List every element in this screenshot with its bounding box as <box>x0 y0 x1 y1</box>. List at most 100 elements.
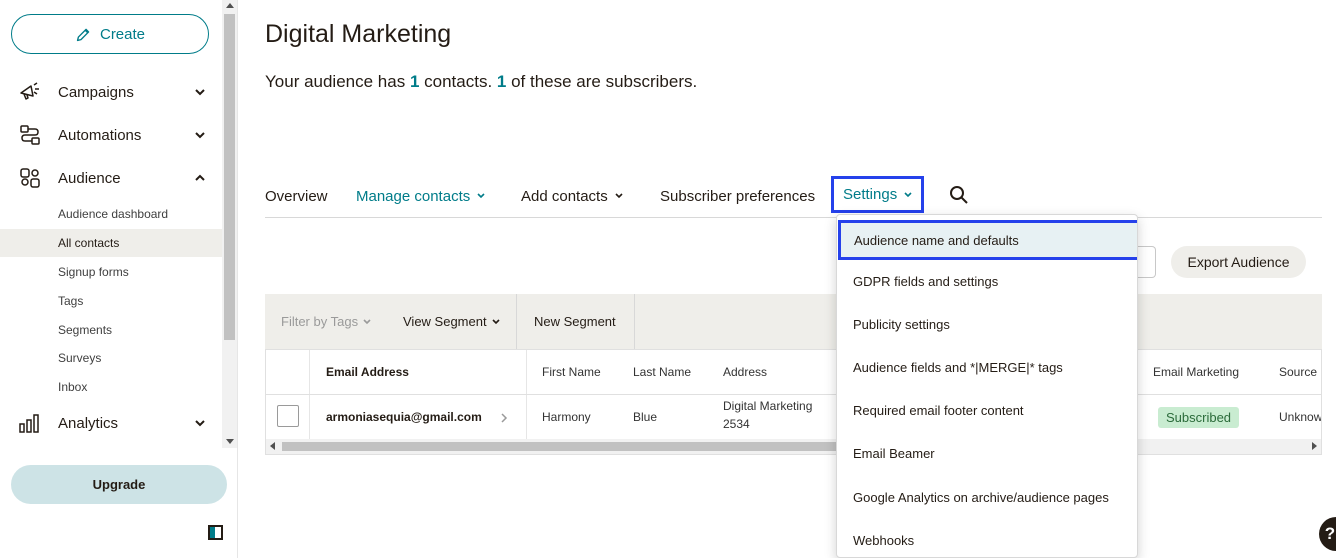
nav-item-automations[interactable]: Automations <box>0 115 222 155</box>
address-line: 2534 <box>723 417 750 431</box>
scrollbar-thumb[interactable] <box>224 14 235 340</box>
pencil-icon <box>76 28 90 41</box>
address-line: Digital Marketing <box>723 399 813 413</box>
sidebar: Create Campaigns Automations Audience Au… <box>0 0 238 558</box>
export-audience-button[interactable]: Export Audience <box>1171 246 1306 278</box>
cell-last-name: Blue <box>633 410 658 424</box>
chevron-down-icon <box>904 191 912 197</box>
bar-chart-icon <box>18 411 42 435</box>
sub-item-label: Audience dashboard <box>58 207 169 221</box>
tab-add-contacts[interactable]: Add contacts <box>521 176 623 216</box>
table-horizontal-scrollbar[interactable] <box>266 439 1321 454</box>
scroll-down-icon[interactable] <box>226 439 234 444</box>
view-segment-label: View Segment <box>403 314 487 329</box>
automation-icon <box>18 123 42 147</box>
chevron-down-icon <box>195 132 205 139</box>
tab-label: Add contacts <box>521 187 608 205</box>
page-title: Digital Marketing <box>265 20 452 48</box>
megaphone-icon <box>18 80 42 104</box>
audience-icon <box>18 166 42 190</box>
column-header-source[interactable]: Source <box>1279 350 1317 394</box>
menu-item-email-beamer[interactable]: Email Beamer <box>837 432 1137 475</box>
sub-item-label: Tags <box>58 294 84 308</box>
chevron-up-icon <box>195 174 205 181</box>
sidebar-item-segments[interactable]: Segments <box>0 316 222 344</box>
sub-item-label: Inbox <box>58 380 88 394</box>
scroll-up-icon[interactable] <box>226 3 234 8</box>
view-segment-dropdown[interactable]: View Segment <box>403 294 500 349</box>
cell-first-name: Harmony <box>542 410 591 424</box>
cell-address: Digital Marketing 2534 <box>723 395 812 439</box>
audience-tabs: Overview Manage contacts Add contacts Su… <box>265 176 1322 218</box>
chevron-down-icon <box>363 318 371 324</box>
menu-item-publicity-settings[interactable]: Publicity settings <box>837 303 1137 346</box>
help-button[interactable]: ? <box>1319 517 1336 551</box>
nav-item-label: Automations <box>58 126 142 144</box>
sidebar-item-signup-forms[interactable]: Signup forms <box>0 258 222 286</box>
filter-by-tags-dropdown[interactable]: Filter by Tags <box>281 294 371 349</box>
sub-item-label: Surveys <box>58 351 102 365</box>
tab-settings[interactable]: Settings <box>831 176 925 213</box>
sidebar-scrollbar[interactable] <box>222 0 237 448</box>
sub-item-label: Segments <box>58 323 113 337</box>
cell-email-marketing: Subscribed <box>1158 395 1240 439</box>
column-header-address[interactable]: Address <box>723 350 767 394</box>
column-header-email[interactable]: Email Address <box>326 350 409 394</box>
sidebar-item-inbox[interactable]: Inbox <box>0 373 222 401</box>
filter-label: Filter by Tags <box>281 314 359 329</box>
new-segment-button[interactable]: New Segment <box>534 294 616 349</box>
sidebar-item-surveys[interactable]: Surveys <box>0 344 222 372</box>
menu-item-webhooks[interactable]: Webhooks <box>837 519 1137 557</box>
nav-item-audience[interactable]: Audience <box>0 158 222 198</box>
menu-item-gdpr-fields[interactable]: GDPR fields and settings <box>837 260 1137 303</box>
summary-text: Your audience has <box>265 72 410 91</box>
contacts-search-input[interactable] <box>1136 246 1156 278</box>
sidebar-item-tags[interactable]: Tags <box>0 287 222 315</box>
subscribers-count: 1 <box>496 72 507 91</box>
menu-item-audience-fields-merge-tags[interactable]: Audience fields and *|MERGE|* tags <box>837 346 1137 389</box>
sidebar-nav: Create Campaigns Automations Audience Au… <box>0 0 222 448</box>
nav-item-label: Audience <box>58 169 121 187</box>
sidebar-item-all-contacts[interactable]: All contacts <box>0 229 222 257</box>
column-header-last-name[interactable]: Last Name <box>633 350 691 394</box>
nav-item-analytics[interactable]: Analytics <box>0 403 222 443</box>
contacts-count: 1 <box>409 72 420 91</box>
tab-manage-contacts[interactable]: Manage contacts <box>356 176 485 216</box>
new-segment-label: New Segment <box>534 314 616 329</box>
create-button[interactable]: Create <box>11 14 209 54</box>
scroll-left-icon[interactable] <box>270 442 275 450</box>
sidebar-item-audience-dashboard[interactable]: Audience dashboard <box>0 200 222 228</box>
settings-dropdown-menu: Audience name and defaults GDPR fields a… <box>836 214 1138 558</box>
divider <box>516 294 517 349</box>
sub-item-label: All contacts <box>58 236 120 250</box>
summary-text: of these are subscribers. <box>506 72 698 91</box>
chevron-right-icon[interactable] <box>500 412 508 424</box>
chevron-down-icon <box>195 89 205 96</box>
collapse-sidebar-icon[interactable] <box>208 525 223 540</box>
contact-email-link[interactable]: armoniasequia@gmail.com <box>326 395 482 439</box>
row-checkbox[interactable] <box>277 405 299 427</box>
chevron-down-icon <box>477 193 485 199</box>
tab-overview[interactable]: Overview <box>265 176 328 216</box>
contacts-table: Email Address First Name Last Name Addre… <box>265 349 1322 455</box>
nav-item-campaigns[interactable]: Campaigns <box>0 72 222 112</box>
create-button-label: Create <box>99 25 146 43</box>
chevron-down-icon <box>492 318 500 324</box>
scrollbar-thumb[interactable] <box>282 442 842 451</box>
tab-label: Settings <box>843 186 898 203</box>
scroll-right-icon[interactable] <box>1312 442 1317 450</box>
upgrade-button[interactable]: Upgrade <box>11 465 227 504</box>
tab-subscriber-preferences[interactable]: Subscriber preferences <box>660 176 815 216</box>
tab-label: Manage contacts <box>356 187 471 205</box>
segment-toolbar: Filter by Tags View Segment New Segment <box>265 294 1322 349</box>
nav-item-label: Campaigns <box>58 83 134 101</box>
chevron-down-icon <box>615 193 623 199</box>
column-header-first-name[interactable]: First Name <box>542 350 601 394</box>
divider <box>634 294 635 349</box>
search-icon[interactable] <box>949 185 969 205</box>
menu-item-email-footer[interactable]: Required email footer content <box>837 389 1137 432</box>
menu-item-audience-name-defaults[interactable]: Audience name and defaults <box>838 220 1137 260</box>
status-badge: Subscribed <box>1158 406 1240 428</box>
column-header-email-marketing[interactable]: Email Marketing <box>1153 350 1239 394</box>
menu-item-google-analytics[interactable]: Google Analytics on archive/audience pag… <box>837 476 1137 519</box>
